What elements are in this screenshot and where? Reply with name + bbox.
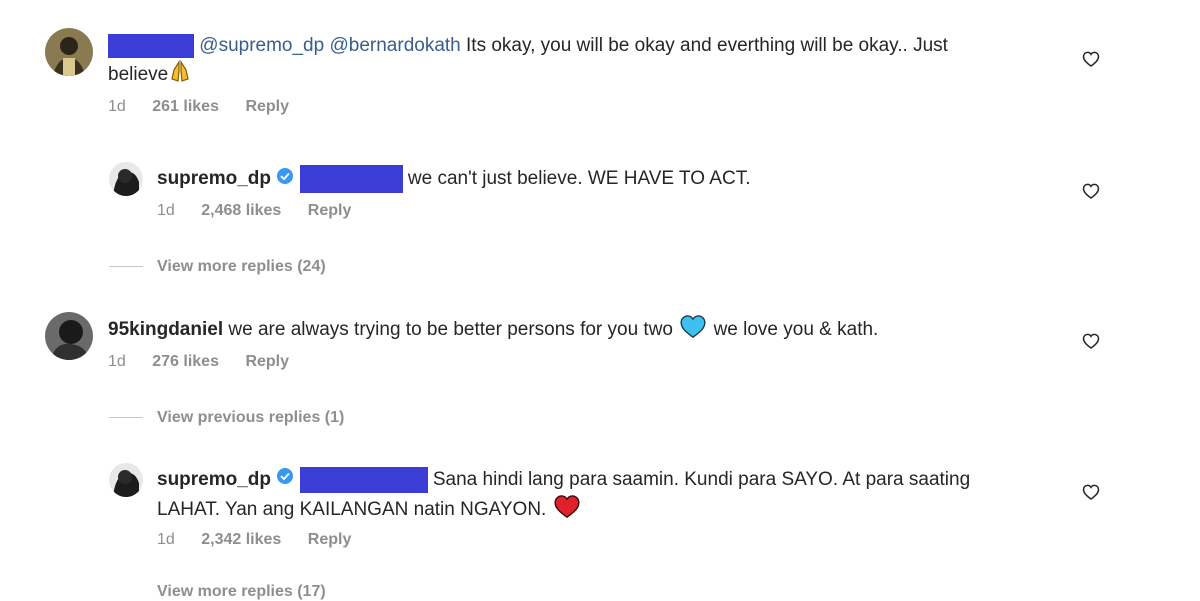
timestamp[interactable]: 1d [108, 353, 126, 370]
reply-button[interactable]: Reply [308, 531, 352, 548]
mention-link[interactable]: @bernardokath [329, 35, 460, 56]
reply-text: Sana hindi lang para saamin. Kundi para … [432, 469, 971, 490]
username-link[interactable]: supremo_dp [157, 168, 271, 189]
heart-icon[interactable] [1081, 482, 1101, 507]
divider-line [109, 417, 143, 418]
heart-icon[interactable] [1081, 181, 1101, 206]
redacted-mention [299, 165, 403, 193]
timestamp[interactable]: 1d [157, 202, 175, 219]
comment-text: we love you & kath. [713, 319, 879, 341]
comment-body-line2: believe [108, 59, 192, 91]
praying-hands-icon [168, 59, 192, 91]
avatar[interactable] [109, 162, 143, 196]
view-more-replies-button[interactable]: View more replies (17) [157, 583, 326, 601]
reply-text: we can't just believe. WE HAVE TO ACT. [407, 168, 751, 190]
divider-line [109, 266, 143, 267]
like-count[interactable]: 276 likes [152, 353, 219, 370]
comment-body: 95kingdaniel we are always trying to be … [108, 313, 878, 347]
reply-button[interactable]: Reply [308, 202, 352, 219]
comment-meta: 1d 276 likes Reply [108, 353, 289, 371]
like-count[interactable]: 261 likes [152, 98, 219, 115]
redacted-username [108, 33, 194, 58]
reply-button[interactable]: Reply [245, 98, 289, 115]
timestamp[interactable]: 1d [157, 531, 175, 548]
blue-heart-icon [678, 313, 708, 347]
username-link[interactable]: supremo_dp [157, 469, 271, 490]
view-previous-replies-button[interactable]: View previous replies (1) [157, 409, 344, 427]
avatar[interactable] [109, 463, 143, 497]
verified-badge-icon [276, 466, 294, 493]
reply-body: supremo_dp we can't just believe. WE HAV… [157, 165, 750, 193]
avatar[interactable] [45, 28, 93, 76]
comment-text: Its okay, you will be okay and everthing… [466, 35, 948, 56]
avatar[interactable] [45, 312, 93, 360]
redacted-mention [299, 466, 428, 493]
timestamp[interactable]: 1d [108, 98, 126, 115]
like-count[interactable]: 2,468 likes [201, 202, 281, 219]
like-count[interactable]: 2,342 likes [201, 531, 281, 548]
comment-text: believe [108, 64, 169, 86]
reply-meta: 1d 2,468 likes Reply [157, 202, 351, 220]
reply-button[interactable]: Reply [245, 353, 289, 370]
reply-body: supremo_dp Sana hindi lang para saamin. … [157, 466, 970, 493]
username-link[interactable]: 95kingdaniel [108, 319, 223, 340]
verified-badge-icon [276, 166, 294, 193]
heart-icon[interactable] [1081, 49, 1101, 74]
mention-link[interactable]: @supremo_dp [199, 35, 324, 56]
reply-body-line2: LAHAT. Yan ang KAILANGAN natin NGAYON. [157, 493, 582, 527]
comment-text: we are always trying to be better person… [228, 319, 673, 341]
reply-text: LAHAT. Yan ang KAILANGAN natin NGAYON. [157, 499, 547, 521]
reply-meta: 1d 2,342 likes Reply [157, 531, 351, 549]
red-heart-icon [552, 493, 582, 527]
heart-icon[interactable] [1081, 331, 1101, 356]
view-more-replies-button[interactable]: View more replies (24) [157, 258, 326, 276]
comment-body: @supremo_dp @bernardokath Its okay, you … [108, 32, 948, 59]
comment-meta: 1d 261 likes Reply [108, 98, 289, 116]
